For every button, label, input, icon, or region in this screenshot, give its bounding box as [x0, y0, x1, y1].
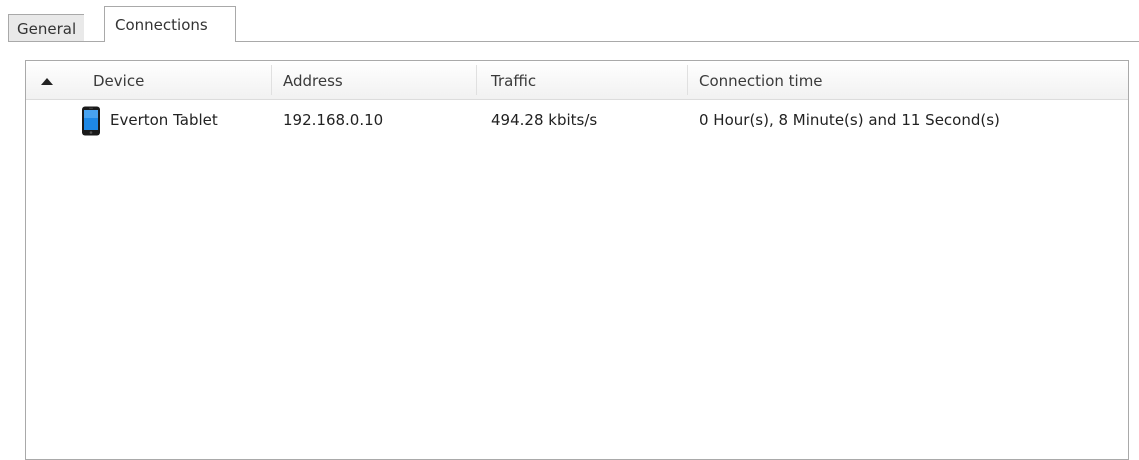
- cell-traffic: 494.28 kbits/s: [491, 111, 598, 129]
- tab-bar: General Connections: [0, 0, 1139, 42]
- column-header-traffic-label: Traffic: [491, 72, 537, 90]
- table-row[interactable]: Everton Tablet 192.168.0.10 494.28 kbits…: [26, 101, 1128, 139]
- cell-device: Everton Tablet: [110, 111, 218, 129]
- cell-connection-time: 0 Hour(s), 8 Minute(s) and 11 Second(s): [699, 111, 1000, 129]
- column-header-address-label: Address: [283, 72, 343, 90]
- tab-general-label: General: [17, 20, 77, 38]
- connections-table: Device Address Traffic Connection time E…: [25, 60, 1129, 460]
- tab-connections-label: Connections: [115, 16, 208, 34]
- column-header-device[interactable]: Device: [26, 61, 271, 99]
- cell-address: 192.168.0.10: [283, 111, 384, 129]
- table-header: Device Address Traffic Connection time: [26, 61, 1128, 100]
- tab-general[interactable]: General: [8, 14, 85, 41]
- column-header-address[interactable]: Address: [272, 61, 476, 99]
- column-header-connection-time[interactable]: Connection time: [688, 61, 1128, 99]
- column-header-device-label: Device: [93, 72, 145, 90]
- column-header-connection-time-label: Connection time: [699, 72, 823, 90]
- column-header-traffic[interactable]: Traffic: [477, 61, 687, 99]
- tablet-icon: [82, 106, 100, 136]
- sort-ascending-icon: [41, 78, 53, 85]
- tab-connections[interactable]: Connections: [104, 6, 236, 42]
